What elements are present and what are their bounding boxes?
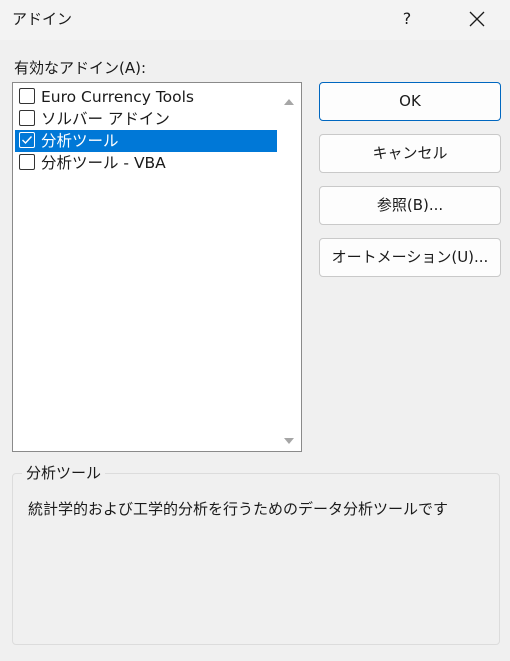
addin-item-label: 分析ツール - VBA (41, 154, 166, 172)
addins-list-label: 有効なアドイン(A): (14, 59, 147, 77)
cancel-button[interactable]: キャンセル (319, 134, 501, 173)
addin-checkbox[interactable] (19, 88, 35, 104)
addin-item-label: 分析ツール (41, 132, 119, 150)
automation-button[interactable]: オートメーション(U)... (319, 238, 501, 277)
close-icon (469, 11, 485, 27)
close-button[interactable] (462, 4, 492, 34)
window-title: アドイン (12, 10, 73, 28)
description-title: 分析ツール (22, 462, 106, 483)
help-button[interactable]: ? (392, 4, 422, 34)
addins-listbox[interactable]: Euro Currency Tools ソルバー アドイン 分析ツール 分析ツー… (12, 82, 302, 452)
addin-checkbox[interactable] (19, 132, 35, 148)
addin-checkbox[interactable] (19, 110, 35, 126)
addin-item-analysis-toolpak[interactable]: 分析ツール (15, 130, 277, 152)
addin-item-label: ソルバー アドイン (41, 110, 170, 128)
scroll-down-arrow-icon[interactable] (283, 432, 295, 444)
description-text: 統計学的および工学的分析を行うためのデータ分析ツールです (28, 500, 449, 518)
addin-item-euro-currency-tools[interactable]: Euro Currency Tools (15, 86, 277, 108)
checkmark-icon (22, 136, 33, 145)
addin-item-solver[interactable]: ソルバー アドイン (15, 108, 277, 130)
browse-button[interactable]: 参照(B)... (319, 186, 501, 225)
ok-button[interactable]: OK (319, 82, 501, 121)
scroll-up-arrow-icon[interactable] (283, 93, 295, 105)
title-bar: アドイン ? (0, 0, 510, 40)
addin-item-analysis-toolpak-vba[interactable]: 分析ツール - VBA (15, 152, 277, 174)
addin-checkbox[interactable] (19, 154, 35, 170)
addin-item-label: Euro Currency Tools (41, 88, 195, 106)
